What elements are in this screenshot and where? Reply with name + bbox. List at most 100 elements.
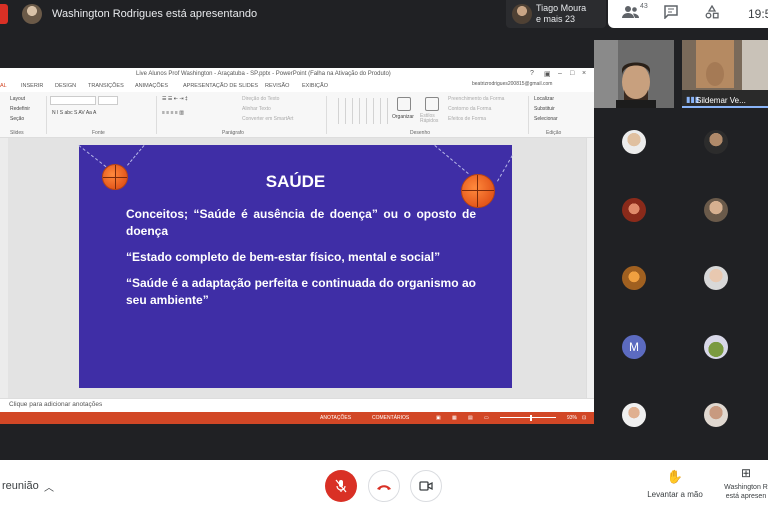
help-icon[interactable]: ? [530, 70, 534, 77]
ppt-ribbon: Layout Redefinir Seção Slides N I S abc … [0, 92, 594, 138]
slide-thumbnails-pane[interactable] [0, 138, 8, 398]
people-icon[interactable] [622, 5, 640, 23]
font-size-box[interactable] [98, 96, 118, 105]
substituir-button[interactable]: Substituir [534, 106, 555, 112]
tab-pagina-inicial[interactable]: AL [0, 83, 7, 89]
participant-avatar[interactable] [704, 130, 728, 154]
participant-avatar[interactable] [622, 403, 646, 427]
participant-avatar[interactable] [622, 130, 646, 154]
converter-smartart-button[interactable]: Converter em SmartArt [242, 116, 293, 122]
participant-name: Sildemar Ve... [696, 96, 746, 105]
participant-avatar[interactable] [704, 335, 728, 359]
present-label-line2: está apresen [725, 493, 767, 500]
group-slides: Slides [10, 130, 24, 136]
participant-avatar[interactable] [704, 403, 728, 427]
shapes-gallery[interactable] [332, 98, 390, 124]
current-slide[interactable]: SAÚDE Conceitos; “Saúde é ausência de do… [78, 145, 513, 388]
ppt-status-bar: ANOTAÇÕES COMENTÁRIOS ▣ ▦ ▤ ▭ 93% ⊡ [0, 412, 594, 424]
view-sorter-icon[interactable]: ▦ [452, 415, 457, 421]
ribbon-divider [528, 96, 529, 134]
participant-avatar[interactable] [704, 266, 728, 290]
top-right-panel: 43 19:5 [608, 0, 768, 28]
notes-pane[interactable]: Clique para adicionar anotações [0, 398, 594, 412]
efeitos-forma-button[interactable]: Efeitos de Forma [448, 116, 486, 122]
present-icon: ⊞ [740, 466, 752, 480]
present-now-button[interactable]: ⊞ Washington R está apresen [716, 466, 768, 501]
speaker-chip[interactable]: Tiago Moura e mais 23 [506, 0, 606, 28]
selecionar-button[interactable]: Selecionar [534, 116, 558, 122]
estilos-rapidos-icon[interactable] [425, 97, 439, 111]
close-icon[interactable]: × [582, 70, 586, 77]
vertical-scrollbar[interactable] [586, 138, 594, 398]
list-buttons[interactable]: ☰ ☰ ⇤ ⇥ ‡ [162, 96, 188, 102]
speaker-avatar [512, 4, 532, 24]
direcao-texto-button[interactable]: Direção do Texto [242, 96, 279, 102]
view-normal-icon[interactable]: ▣ [436, 415, 441, 421]
participant-tile-sildemar[interactable]: ▮▮▮ Sildemar Ve... [682, 40, 768, 108]
ribbon-options-icon[interactable]: ▣ [544, 70, 551, 78]
participant-avatar-letter[interactable]: M [622, 335, 646, 359]
maximize-icon[interactable]: □ [570, 70, 574, 77]
meet-window: Washington Rodrigues está apresentando T… [0, 0, 768, 512]
camera-icon [419, 481, 433, 491]
minimize-icon[interactable]: – [558, 70, 562, 77]
meeting-details-button[interactable]: reunião [2, 480, 39, 492]
slide-bullet-3: “Saúde é a adaptação perfeita e continua… [126, 276, 476, 307]
organizar-button[interactable]: Organizar [392, 114, 414, 120]
raise-hand-label: Levantar a mão [647, 490, 703, 499]
participant-avatar[interactable] [622, 266, 646, 290]
font-name-box[interactable] [50, 96, 96, 105]
participant-count: 43 [640, 3, 648, 10]
leave-call-button[interactable] [368, 470, 400, 502]
zoom-slider[interactable] [500, 417, 556, 418]
group-edicao: Edição [546, 130, 562, 136]
comentarios-button[interactable]: COMENTÁRIOS [372, 415, 409, 421]
tab-inserir[interactable]: INSERIR [21, 83, 43, 89]
secao-button[interactable]: Seção [10, 116, 24, 122]
anotacoes-button[interactable]: ANOTAÇÕES [320, 415, 351, 421]
bottom-control-bar: reunião ︿ ✋ Levantar a mão ⊞ Washington … [0, 460, 768, 512]
participant-avatar[interactable] [622, 198, 646, 222]
present-label-line1: Washington R [724, 484, 768, 491]
zoom-slider-handle[interactable] [530, 415, 532, 421]
activities-icon[interactable] [705, 4, 719, 23]
slide-bullet-2: “Estado completo de bem-estar físico, me… [126, 250, 441, 264]
tab-exibicao[interactable]: EXIBIÇÃO [302, 83, 328, 89]
view-slideshow-icon[interactable]: ▭ [484, 415, 489, 421]
fit-slide-icon[interactable]: ⊡ [582, 415, 586, 421]
organizar-icon[interactable] [397, 97, 411, 111]
tab-animacoes[interactable]: ANIMAÇÕES [135, 83, 168, 89]
hand-icon: ✋ [666, 469, 684, 484]
participant-video [594, 40, 674, 108]
chevron-up-icon[interactable]: ︿ [44, 479, 54, 494]
camera-button[interactable] [410, 470, 442, 502]
ppt-window-title: Live Alunos Prof Washington - Araçatuba … [136, 71, 391, 77]
font-format-buttons[interactable]: N I S abc S AV Aa A [52, 110, 96, 116]
participant-avatar[interactable] [704, 198, 728, 222]
chat-icon[interactable] [664, 5, 678, 23]
preenchimento-forma-button[interactable]: Preenchimento da Forma [448, 96, 504, 102]
microphone-off-button[interactable] [325, 470, 357, 502]
estilos-rapidos-button[interactable]: Estilos Rápidos [420, 114, 440, 124]
clock-time: 19:5 [748, 7, 768, 21]
participant-tile[interactable] [594, 40, 674, 108]
raise-hand-button[interactable]: ✋ Levantar a mão [640, 469, 710, 500]
group-fonte: Fonte [92, 130, 105, 136]
layout-button[interactable]: Layout [10, 96, 25, 102]
contorno-forma-button[interactable]: Contorno da Forma [448, 106, 491, 112]
localizar-button[interactable]: Localizar [534, 96, 554, 102]
notes-placeholder: Clique para adicionar anotações [9, 401, 103, 408]
tab-apresentacao[interactable]: APRESENTAÇÃO DE SLIDES [183, 83, 258, 89]
slide-title: SAÚDE [265, 172, 326, 191]
alinhar-texto-button[interactable]: Alinhar Texto [242, 106, 271, 112]
tab-transicoes[interactable]: TRANSIÇÕES [88, 83, 124, 89]
tab-revisao[interactable]: REVISÃO [265, 83, 289, 89]
tab-design[interactable]: DESIGN [55, 83, 76, 89]
redefinir-button[interactable]: Redefinir [10, 106, 30, 112]
speaker-others-count: e mais 23 [536, 14, 576, 24]
decorative-line [127, 145, 145, 166]
align-buttons[interactable]: ≡ ≡ ≡ ≡ ▥ [162, 110, 184, 116]
view-reading-icon[interactable]: ▤ [468, 415, 473, 421]
participant-grid: ▮▮▮ Sildemar Ve... M [594, 38, 768, 450]
slide-bullet-1: Conceitos; “Saúde é ausência de doença” … [126, 207, 476, 238]
